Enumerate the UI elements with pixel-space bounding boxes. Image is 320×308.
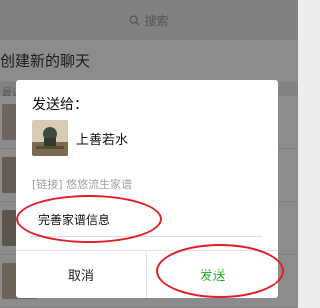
- cancel-button[interactable]: 取消: [16, 251, 146, 298]
- avatar: [32, 120, 68, 156]
- dialog-title: 发送给：: [32, 97, 88, 113]
- link-preview: [链接] 悠悠流生家谱: [32, 178, 133, 191]
- recipient-name: 上善若水: [76, 133, 129, 148]
- watermark: Bai经验: [170, 260, 225, 275]
- message-input[interactable]: [30, 203, 262, 237]
- watermark-url: jingyan.baidu.com: [184, 276, 277, 287]
- share-dialog: 发送给： 上善若水 [链接] 悠悠流生家谱 取消 发送: [16, 80, 278, 298]
